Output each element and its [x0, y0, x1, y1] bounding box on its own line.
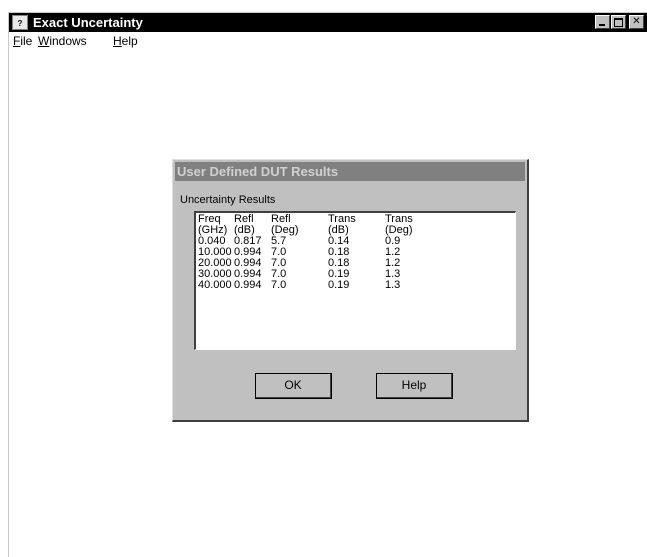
- table-cell: 40.000: [198, 279, 232, 291]
- menu-bar: File Windows Help: [9, 32, 647, 50]
- title-bar[interactable]: ? Exact Uncertainty ✕: [9, 13, 647, 32]
- maximize-icon[interactable]: [611, 15, 626, 29]
- results-dialog: User Defined DUT Results Uncertainty Res…: [172, 159, 529, 422]
- results-listbox[interactable]: Freq Refl Refl Trans Trans (GHz) (dB) (D…: [194, 211, 516, 350]
- table-cell: 0.19: [328, 279, 350, 291]
- dialog-title[interactable]: User Defined DUT Results: [175, 162, 525, 181]
- table-cell: 0.994: [234, 279, 262, 291]
- table-cell: 7.0: [271, 279, 287, 291]
- menu-windows[interactable]: Windows: [37, 32, 88, 50]
- table-row[interactable]: 40.000 0.994 7.0 0.19 1.3: [198, 280, 425, 291]
- close-icon[interactable]: ✕: [629, 15, 644, 29]
- menu-file[interactable]: File: [12, 32, 33, 50]
- help-button[interactable]: Help: [376, 373, 453, 399]
- app-icon[interactable]: ?: [12, 15, 28, 30]
- ok-button[interactable]: OK: [255, 373, 332, 399]
- window-title: Exact Uncertainty: [33, 15, 143, 30]
- minimize-icon[interactable]: [595, 15, 610, 29]
- uncertainty-results-label: Uncertainty Results: [180, 194, 276, 206]
- table-cell: 1.3: [385, 279, 401, 291]
- results-table: Freq Refl Refl Trans Trans (GHz) (dB) (D…: [198, 214, 425, 291]
- menu-help[interactable]: Help: [112, 32, 139, 50]
